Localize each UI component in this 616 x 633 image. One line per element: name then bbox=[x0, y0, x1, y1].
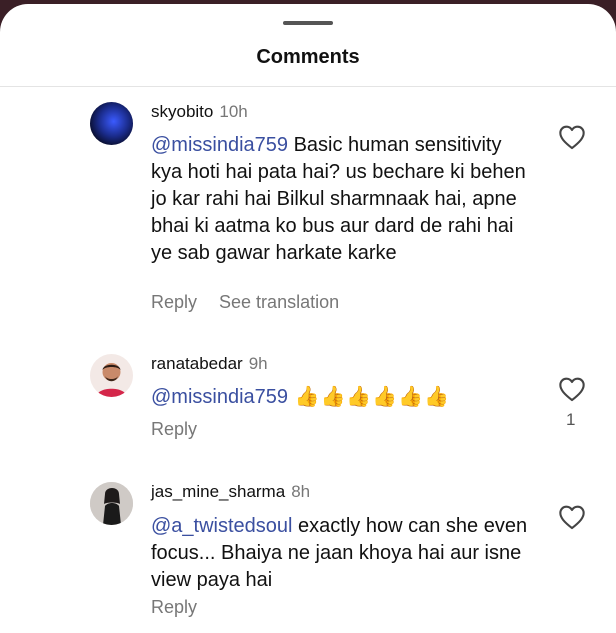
person-avatar-icon bbox=[90, 482, 133, 525]
avatar[interactable] bbox=[90, 482, 133, 525]
reply-button[interactable]: Reply bbox=[151, 419, 197, 439]
avatar[interactable] bbox=[90, 102, 133, 145]
person-avatar-icon bbox=[96, 363, 127, 397]
heart-icon[interactable] bbox=[558, 376, 586, 402]
comment-meta: jas_mine_sharma 8h bbox=[151, 482, 310, 502]
comment-time: 8h bbox=[291, 482, 311, 501]
see-translation-button[interactable]: See translation bbox=[219, 292, 339, 312]
comment-actions: Reply bbox=[151, 419, 219, 440]
comment-actions: Reply bbox=[151, 597, 219, 618]
comment-text: @missindia759 👍👍👍👍👍👍 bbox=[151, 384, 531, 411]
comment-mention[interactable]: @a_twistedsoul bbox=[151, 515, 292, 537]
reply-button[interactable]: Reply bbox=[151, 597, 197, 617]
comment-text: @missindia759 Basic human sensitivity ky… bbox=[151, 132, 531, 267]
comment-actions: Reply See translation bbox=[151, 292, 361, 313]
comment-time: 9h bbox=[248, 354, 268, 373]
reply-button[interactable]: Reply bbox=[151, 292, 197, 312]
comment-meta: ranatabedar 9h bbox=[151, 354, 268, 374]
comment-text: @a_twistedsoul exactly how can she even … bbox=[151, 513, 531, 594]
comment-username[interactable]: jas_mine_sharma bbox=[151, 482, 285, 501]
comment-meta: skyobito 10h bbox=[151, 102, 248, 122]
comment-time: 10h bbox=[219, 102, 248, 121]
like-count: 1 bbox=[566, 410, 576, 429]
comment-body: 👍👍👍👍👍👍 bbox=[288, 386, 451, 408]
heart-icon[interactable] bbox=[558, 504, 586, 530]
drag-handle[interactable] bbox=[283, 21, 333, 25]
comment-mention[interactable]: @missindia759 bbox=[151, 134, 288, 156]
avatar[interactable] bbox=[90, 354, 133, 397]
sheet-title: Comments bbox=[256, 46, 360, 68]
heart-icon[interactable] bbox=[558, 124, 586, 150]
header-divider bbox=[0, 86, 616, 87]
comment-username[interactable]: skyobito bbox=[151, 102, 213, 121]
comment-mention[interactable]: @missindia759 bbox=[151, 386, 288, 408]
comment-username[interactable]: ranatabedar bbox=[151, 354, 243, 373]
comments-sheet: Comments skyobito 10h @missindia759 Basic… bbox=[0, 4, 616, 633]
